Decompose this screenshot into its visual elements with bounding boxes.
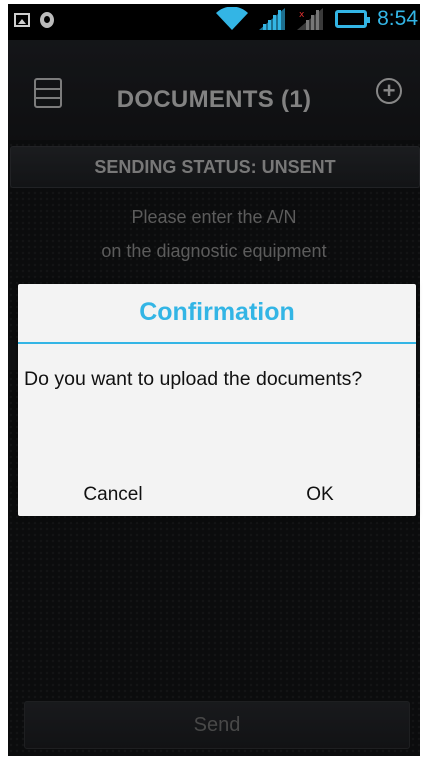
dialog-divider [18, 342, 416, 344]
status-bar: x 8:54 [8, 4, 420, 40]
svg-text:x: x [299, 10, 305, 20]
dialog-message: Do you want to upload the documents? [24, 368, 363, 390]
battery-icon [335, 10, 371, 28]
confirmation-dialog: Confirmation Do you want to upload the d… [18, 284, 416, 516]
shield-icon [40, 12, 54, 28]
ok-button[interactable]: OK [224, 480, 416, 510]
no-signal-icon: x [297, 8, 324, 30]
gallery-icon [14, 13, 30, 27]
dialog-title: Confirmation [139, 298, 295, 326]
wifi-icon [216, 7, 249, 30]
phone-screen: x 8:54 DOCUMENTS (1) + SENDING STATUS: U… [0, 0, 426, 760]
cancel-button[interactable]: Cancel [18, 480, 208, 510]
signal-icon [259, 8, 286, 30]
clock: 8:54 [377, 7, 418, 30]
